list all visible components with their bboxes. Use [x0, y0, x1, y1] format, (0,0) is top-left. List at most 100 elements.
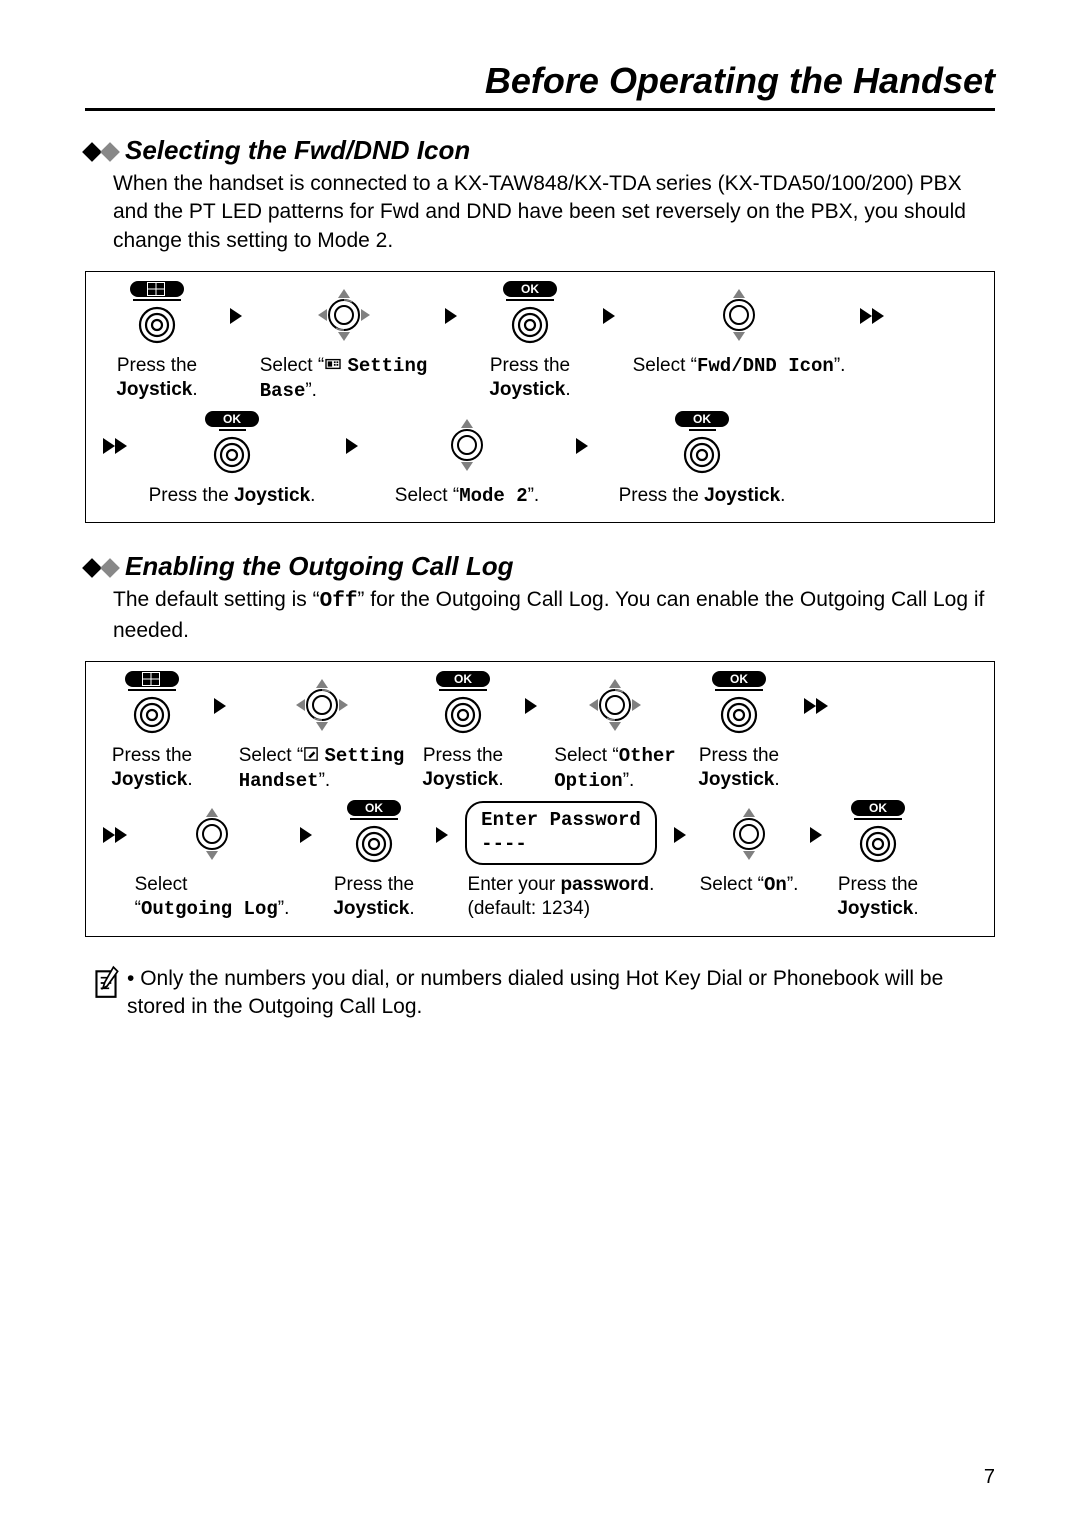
step-label-bold: Joystick: [704, 485, 780, 506]
flowchart-1: Press theJoystick. Select “ Setting Base…: [85, 271, 995, 523]
section-heading-row: Enabling the Outgoing Call Log: [85, 551, 995, 582]
step-mono: Mode 2: [459, 485, 527, 507]
step-press-joystick-ok: OK Press theJoystick.: [471, 282, 589, 402]
step-label: Enter your: [468, 874, 561, 895]
step-label-bold: Joystick: [234, 485, 310, 506]
step-press-joystick-ok: OK Press the Joystick.: [602, 412, 802, 508]
joystick-up-down-icon: [437, 415, 497, 480]
step-mono: Outgoing Log: [141, 898, 278, 920]
arrow-right-icon: [804, 801, 828, 869]
step-label-bold: Joystick: [489, 379, 565, 400]
password-prompt-title: Enter Password: [481, 809, 641, 833]
step-select-outgoing-log: Select “Outgoing Log”.: [132, 801, 292, 922]
step-label: Press the: [334, 874, 414, 895]
joystick-icon: [132, 695, 172, 740]
arrow-right-continue-icon: [793, 672, 839, 740]
step-label: Select “: [395, 485, 459, 506]
section-title: Selecting the Fwd/DND Icon: [125, 135, 470, 166]
menu-key-icon: [125, 671, 179, 687]
step-label-bold: Joystick: [422, 769, 498, 790]
step-label: Press the: [619, 485, 705, 506]
page-title: Before Operating the Handset: [85, 60, 995, 111]
step-enter-password: Enter Password ---- Enter your password.…: [456, 801, 666, 920]
step-select-fwd-dnd: Select “Fwd/DND Icon”.: [629, 282, 849, 379]
arrow-right-icon: [292, 801, 320, 869]
step-label-bold: Joystick: [837, 898, 913, 919]
step-select-mode2: Select “Mode 2”.: [372, 412, 562, 509]
step-label-bold: Joystick: [116, 379, 192, 400]
password-prompt-mask: ----: [481, 833, 641, 857]
step-mono: Setting: [324, 745, 404, 767]
joystick-icon: [858, 824, 898, 869]
step-select-other-option: Select “Other Option”.: [545, 672, 685, 794]
arrow-right-icon: [431, 282, 471, 350]
step-select-setting-handset: Select “ Setting Handset”.: [234, 672, 409, 794]
joystick-up-down-icon: [719, 804, 779, 869]
ok-key-icon: OK: [851, 800, 905, 816]
step-label: Select “: [700, 874, 764, 895]
ok-key-icon: OK: [503, 281, 557, 297]
pencil-edit-icon: [303, 747, 319, 761]
step-label: Press the: [423, 745, 503, 766]
joystick-icon: [510, 305, 550, 350]
menu-key-icon: [130, 281, 184, 297]
step-mono: Base: [260, 380, 306, 402]
ok-key-icon: OK: [436, 671, 490, 687]
joystick-icon: [682, 435, 722, 480]
step-press-joystick-ok: OK Press theJoystick.: [320, 801, 428, 921]
note-icon: [85, 965, 127, 1001]
section-title: Enabling the Outgoing Call Log: [125, 551, 514, 582]
step-press-joystick-ok: OK Press the Joystick.: [132, 412, 332, 508]
joystick-icon: [719, 695, 759, 740]
ok-key-icon: OK: [712, 671, 766, 687]
step-label: Press the: [112, 745, 192, 766]
joystick-icon: [354, 824, 394, 869]
arrow-right-icon: [517, 672, 545, 740]
password-prompt-box: Enter Password ----: [465, 801, 657, 865]
step-label: Press the: [838, 874, 918, 895]
ok-key-icon: OK: [347, 800, 401, 816]
step-label: Press the: [149, 485, 235, 506]
step-press-joystick: Press theJoystick.: [98, 672, 206, 792]
note-row: Only the numbers you dial, or numbers di…: [85, 965, 995, 1022]
step-label: Select: [135, 874, 188, 895]
note-text: Only the numbers you dial, or numbers di…: [127, 967, 943, 1018]
step-press-joystick-ok: OK Press theJoystick.: [828, 801, 928, 921]
joystick-all-directions-icon: [292, 675, 352, 740]
step-label-bold: Joystick: [698, 769, 774, 790]
joystick-up-down-icon: [182, 804, 242, 869]
arrow-right-icon: [216, 282, 256, 350]
step-label: Press the: [490, 355, 570, 376]
arrow-right-icon: [206, 672, 234, 740]
step-mono: Option: [554, 770, 622, 792]
arrow-right-continue-icon: [98, 412, 132, 480]
joystick-all-directions-icon: [314, 285, 374, 350]
step-select-on: Select “On”.: [694, 801, 804, 898]
ok-key-icon: OK: [205, 411, 259, 427]
arrow-right-icon: [666, 801, 694, 869]
arrow-right-icon: [428, 801, 456, 869]
base-station-icon: [324, 357, 342, 371]
joystick-all-directions-icon: [585, 675, 645, 740]
step-label: Select “: [239, 745, 303, 766]
page-number: 7: [984, 1466, 995, 1489]
step-label-bold: Joystick: [333, 898, 409, 919]
step-mono: Other: [619, 745, 676, 767]
arrow-right-continue-icon: [98, 801, 132, 869]
arrow-right-icon: [589, 282, 629, 350]
step-press-joystick: Press theJoystick.: [98, 282, 216, 402]
step-label: Select “: [633, 355, 697, 376]
ok-key-icon: OK: [675, 411, 729, 427]
step-mono: Fwd/DND Icon: [697, 355, 834, 377]
step-label: Press the: [699, 745, 779, 766]
step-mono: On: [764, 874, 787, 896]
step-label: Select “: [260, 355, 324, 376]
step-label: (default: 1234): [468, 898, 591, 919]
section-heading-row: Selecting the Fwd/DND Icon: [85, 135, 995, 166]
joystick-up-down-icon: [709, 285, 769, 350]
flowchart-2: Press theJoystick. Select “ Setting Hand…: [85, 661, 995, 937]
step-label-bold: Joystick: [111, 769, 187, 790]
section-body: When the handset is connected to a KX-TA…: [113, 170, 995, 255]
step-press-joystick-ok: OK Press theJoystick.: [685, 672, 793, 792]
arrow-right-icon: [332, 412, 372, 480]
